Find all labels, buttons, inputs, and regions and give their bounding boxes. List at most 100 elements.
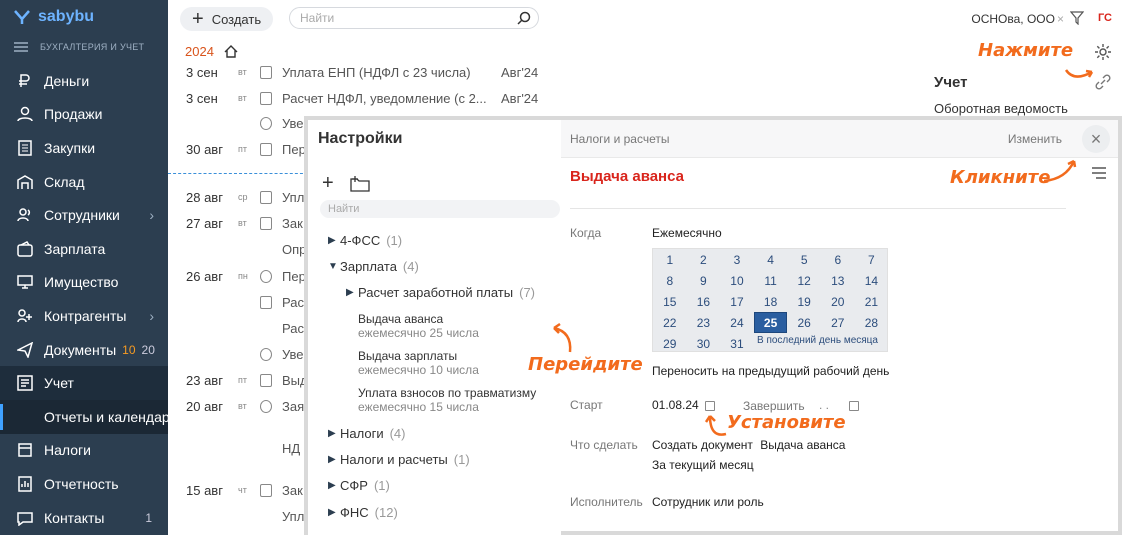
- calendar-day[interactable]: 2: [687, 249, 721, 270]
- nav-item-reports-calendar[interactable]: Отчеты и календарь: [0, 399, 168, 434]
- settings-search-input[interactable]: Найти: [320, 200, 560, 218]
- calendar-day[interactable]: 17: [720, 291, 754, 312]
- nav-item-accounting[interactable]: Учет: [0, 366, 168, 400]
- feed-period: Авг'24: [501, 90, 539, 106]
- calendar-day[interactable]: 14: [855, 270, 889, 291]
- tree-item-taxes-calc[interactable]: ▶ Налоги и расчеты (1): [328, 449, 470, 469]
- executor-field[interactable]: Сотрудник или роль: [652, 495, 764, 509]
- edit-button[interactable]: Изменить: [1008, 132, 1062, 146]
- gear-icon[interactable]: [1093, 42, 1113, 62]
- close-button[interactable]: ×: [1082, 125, 1110, 153]
- calendar-day[interactable]: 27: [821, 312, 855, 333]
- list-item[interactable]: Выдача аванса ежемесячно 25 числа: [358, 312, 479, 340]
- nav-item-warehouse[interactable]: Склад: [0, 165, 168, 199]
- clear-icon[interactable]: ×: [1057, 12, 1064, 26]
- chevron-right-icon[interactable]: ›: [149, 207, 154, 223]
- section-header[interactable]: БУХГАЛТЕРИЯ И УЧЕТ: [14, 42, 144, 52]
- when-value[interactable]: Ежемесячно: [652, 226, 722, 240]
- transfer-option[interactable]: Переносить на предыдущий рабочий день: [652, 364, 889, 378]
- nav-item-property[interactable]: Имущество: [0, 266, 168, 300]
- calendar-day[interactable]: 23: [687, 312, 721, 333]
- calendar-day[interactable]: 7: [855, 249, 889, 270]
- nav-item-taxes[interactable]: Налоги: [0, 434, 168, 468]
- calendar-day[interactable]: 8: [653, 270, 687, 291]
- add-icon[interactable]: +: [322, 172, 334, 195]
- calendar-day[interactable]: 22: [653, 312, 687, 333]
- last-day-option[interactable]: В последний день месяца: [757, 335, 878, 346]
- home-icon[interactable]: [224, 45, 238, 58]
- breadcrumb[interactable]: Налоги и расчеты: [570, 132, 669, 146]
- calendar-icon[interactable]: [849, 400, 860, 411]
- calendar-day[interactable]: 21: [855, 291, 889, 312]
- start-value: 01.08.24: [652, 398, 699, 412]
- list-item[interactable]: Уплата взносов по травматизму ежемесячно …: [358, 386, 536, 414]
- year-label[interactable]: 2024: [185, 44, 214, 59]
- tree-item-taxes[interactable]: ▶ Налоги (4): [328, 423, 405, 443]
- calendar-day[interactable]: 15: [653, 291, 687, 312]
- tree-item-fns[interactable]: ▶ ФНС (12): [328, 502, 398, 522]
- calendar-day[interactable]: 18: [754, 291, 788, 312]
- nav-item-contragents[interactable]: Контрагенты ›: [0, 299, 168, 333]
- caret-right-icon[interactable]: ▶: [328, 454, 340, 465]
- link-icon[interactable]: [1095, 74, 1111, 90]
- tree-item-4fss[interactable]: ▶ 4-ФСС (1): [328, 230, 402, 250]
- nav-item-purchases[interactable]: Закупки: [0, 131, 168, 165]
- finish-field[interactable]: . .: [819, 398, 860, 412]
- nav-item-contacts[interactable]: Контакты 1: [0, 501, 168, 535]
- calendar-day[interactable]: 24: [720, 312, 754, 333]
- calendar-day[interactable]: 25: [753, 312, 788, 333]
- logo[interactable]: sabybu: [14, 8, 94, 26]
- calendar-day[interactable]: 5: [787, 249, 821, 270]
- calendar-day[interactable]: 26: [787, 312, 821, 333]
- nav-item-staff[interactable]: Сотрудники ›: [0, 198, 168, 232]
- user-avatar[interactable]: ГС: [1098, 12, 1112, 24]
- search-input[interactable]: Найти: [289, 7, 539, 29]
- calendar-day[interactable]: 6: [821, 249, 855, 270]
- caret-right-icon[interactable]: ▶: [328, 428, 340, 439]
- menu-icon[interactable]: [14, 42, 28, 52]
- tree-item-salary[interactable]: ▼ Зарплата (4): [328, 256, 419, 276]
- calendar-day[interactable]: 20: [821, 291, 855, 312]
- tree-item-salary-calc[interactable]: ▶ Расчет заработной платы (7): [346, 282, 535, 302]
- calendar-day[interactable]: 9: [687, 270, 721, 291]
- tree-item-sfr[interactable]: ▶ СФР (1): [328, 475, 390, 495]
- detail-title[interactable]: Выдача аванса: [570, 168, 684, 185]
- calendar-day[interactable]: 16: [687, 291, 721, 312]
- list-item[interactable]: Выдача зарплаты ежемесячно 10 числа: [358, 349, 479, 377]
- new-folder-icon[interactable]: [350, 175, 370, 192]
- calendar-day[interactable]: 1: [653, 249, 687, 270]
- calendar-day[interactable]: 28: [855, 312, 889, 333]
- caret-right-icon[interactable]: ▶: [328, 235, 340, 246]
- org-selector[interactable]: ОСНОва, ООО ×: [971, 12, 1064, 26]
- nav-item-salary[interactable]: Зарплата: [0, 232, 168, 266]
- calendar-day[interactable]: 10: [720, 270, 754, 291]
- calendar-day[interactable]: 29: [653, 333, 687, 354]
- calendar-day[interactable]: 11: [754, 270, 788, 291]
- nav-item-sales[interactable]: Продажи: [0, 98, 168, 132]
- start-field[interactable]: 01.08.24: [652, 398, 715, 412]
- calendar-day[interactable]: 3: [720, 249, 754, 270]
- caret-down-icon[interactable]: ▼: [328, 261, 340, 272]
- calendar-day[interactable]: 19: [787, 291, 821, 312]
- calendar-day[interactable]: 13: [821, 270, 855, 291]
- calendar-icon[interactable]: [704, 400, 715, 411]
- right-panel-link[interactable]: Оборотная ведомость: [934, 101, 1068, 116]
- create-button[interactable]: + Создать: [180, 7, 274, 31]
- calendar-day[interactable]: 12: [787, 270, 821, 291]
- todo-action[interactable]: Создать документ Выдача аванса: [652, 438, 845, 452]
- nav-item-reporting[interactable]: Отчетность: [0, 467, 168, 501]
- caret-right-icon[interactable]: ▶: [346, 287, 358, 298]
- settings-title: Настройки: [318, 130, 403, 147]
- calendar-day[interactable]: 31: [720, 333, 754, 354]
- search-icon[interactable]: [517, 11, 531, 25]
- calendar-day[interactable]: 30: [687, 333, 721, 354]
- chevron-right-icon[interactable]: ›: [149, 308, 154, 324]
- filter-icon[interactable]: [1070, 11, 1084, 25]
- list-icon[interactable]: [1091, 166, 1107, 180]
- caret-right-icon[interactable]: ▶: [328, 480, 340, 491]
- nav-item-money[interactable]: Деньги: [0, 64, 168, 98]
- todo-period[interactable]: За текущий месяц: [652, 458, 754, 472]
- caret-right-icon[interactable]: ▶: [328, 507, 340, 518]
- calendar-day[interactable]: 4: [754, 249, 788, 270]
- nav-item-documents[interactable]: Документы 10 20: [0, 333, 168, 367]
